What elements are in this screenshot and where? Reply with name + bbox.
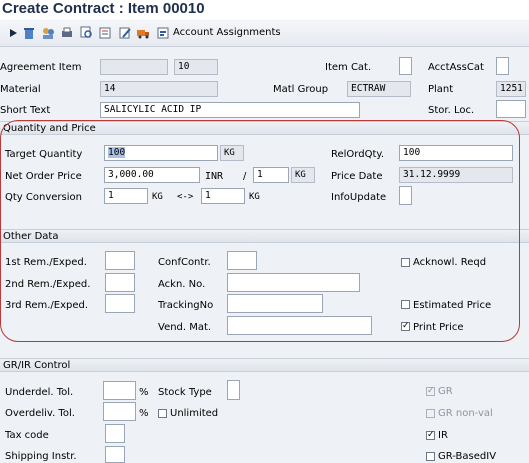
stor-loc-label: Stor. Loc. (428, 105, 475, 116)
ackn-no-field[interactable] (227, 273, 360, 292)
quantity-and-price-section-header: Quantity and Price (0, 121, 529, 135)
short-text-label: Short Text (0, 105, 51, 116)
shipping-instr-field[interactable] (105, 446, 125, 463)
gr-based-iv-checkbox[interactable] (426, 452, 435, 461)
underdel-tol-field[interactable] (103, 381, 136, 400)
net-order-price-label: Net Order Price (5, 171, 82, 182)
info-update-field[interactable] (399, 186, 412, 205)
vend-mat-field[interactable] (227, 316, 372, 335)
delete-trash-icon[interactable] (22, 26, 36, 40)
gr-checkbox: ✓ (426, 386, 435, 396)
grir-control-section-header: GR/IR Control (0, 358, 529, 372)
estimated-price-checkbox[interactable] (401, 300, 410, 309)
info-update-label: InfoUpdate (331, 192, 387, 203)
price-date-field[interactable]: 31.12.9999 (399, 167, 513, 183)
tax-code-label: Tax code (5, 430, 49, 441)
ir-label: IR (438, 430, 448, 441)
vend-mat-label: Vend. Mat. (158, 322, 212, 333)
qty-conversion-right-unit: KG (249, 192, 260, 202)
matl-group-field: ECTRAW (347, 81, 411, 97)
price-date-label: Price Date (331, 171, 383, 182)
qty-conversion-arrow: <-> (177, 192, 194, 202)
estimated-price-label: Estimated Price (413, 300, 492, 311)
target-quantity-field[interactable]: 100 (104, 145, 218, 161)
target-quantity-unit: KG (220, 145, 244, 161)
shipping-instr-label: Shipping Instr. (5, 451, 77, 462)
stock-type-field[interactable] (227, 380, 240, 400)
plant-label: Plant (428, 84, 454, 95)
qty-conversion-left-unit: KG (152, 192, 163, 202)
rel-ord-qty-label: RelOrdQty. (331, 149, 385, 160)
page-title: Create Contract : Item 00010 (0, 0, 529, 20)
item-cat-label: Item Cat. (325, 62, 372, 73)
currency-label: INR (205, 171, 224, 182)
conf-contr-field[interactable] (227, 251, 257, 270)
tax-code-field[interactable] (105, 424, 125, 443)
find-icon[interactable] (80, 26, 94, 40)
print-price-label: Print Price (413, 322, 464, 333)
rem3-label: 3rd Rem./Exped. (5, 300, 89, 311)
agreement-item-field: 10 (174, 59, 218, 75)
rem3-field[interactable] (105, 294, 135, 313)
price-unit-slash: / (243, 171, 247, 182)
acct-ass-cat-field[interactable] (496, 57, 509, 75)
acknowl-reqd-checkbox[interactable] (401, 258, 410, 267)
other-data-section-header: Other Data (0, 229, 529, 243)
overdeliv-percent: % (139, 408, 149, 419)
ir-checkbox[interactable]: ✓ (426, 431, 435, 440)
qty-conversion-left-field[interactable]: 1 (104, 188, 148, 204)
gr-non-val-checkbox (426, 409, 435, 418)
agreement-item-label: Agreement Item (0, 62, 82, 73)
play-triangle-icon[interactable] (6, 26, 20, 40)
ackn-no-label: Ackn. No. (158, 279, 206, 290)
price-unit-field[interactable]: 1 (253, 167, 289, 183)
rem1-field[interactable] (105, 251, 135, 270)
rem2-label: 2nd Rem./Exped. (5, 279, 91, 290)
details-icon[interactable] (98, 26, 112, 40)
printer-icon[interactable] (60, 26, 74, 40)
unlimited-checkbox[interactable] (158, 409, 167, 418)
print-price-checkbox[interactable]: ✓ (401, 322, 410, 331)
tracking-no-field[interactable] (227, 294, 323, 313)
plant-field: 1251 (496, 81, 526, 97)
application-toolbar: Account Assignments (0, 21, 529, 47)
stor-loc-field[interactable] (496, 100, 526, 118)
item-cat-field[interactable] (399, 57, 412, 75)
net-order-price-field[interactable]: 3,000.00 (104, 167, 200, 183)
material-field: 14 (100, 81, 218, 97)
acknowl-reqd-label: Acknowl. Reqd (413, 257, 487, 268)
gr-based-iv-label: GR-BasedIV (438, 451, 497, 462)
overdeliv-tol-label: Overdeliv. Tol. (5, 408, 75, 419)
acct-ass-cat-label: AcctAssCat (428, 62, 484, 73)
target-quantity-value: 100 (108, 147, 126, 158)
qty-conversion-right-field[interactable]: 1 (201, 188, 245, 204)
delivery-truck-icon[interactable] (136, 26, 150, 40)
underdel-percent: % (139, 387, 149, 398)
users-icon[interactable] (41, 26, 55, 40)
gr-non-val-label: GR non-val (438, 408, 493, 419)
short-text-field[interactable]: SALICYLIC ACID IP (100, 102, 360, 118)
agreement-item-prefix-field (100, 59, 168, 75)
matl-group-label: Matl Group (273, 84, 329, 95)
rem1-label: 1st Rem./Exped. (5, 257, 87, 268)
conf-contr-label: ConfContr. (158, 257, 211, 268)
gr-label: GR (438, 386, 453, 397)
unlimited-label: Unlimited (170, 408, 219, 419)
price-unit-uom: KG (291, 167, 315, 183)
underdel-tol-label: Underdel. Tol. (5, 387, 74, 398)
stock-type-label: Stock Type (158, 387, 212, 398)
material-label: Material (0, 84, 41, 95)
target-quantity-label: Target Quantity (5, 149, 83, 160)
edit-icon[interactable] (118, 26, 132, 40)
account-assignment-icon[interactable] (156, 26, 170, 40)
account-assignments-button[interactable]: Account Assignments (173, 27, 281, 38)
qty-conversion-label: Qty Conversion (5, 192, 82, 203)
overdeliv-tol-field[interactable] (103, 402, 136, 421)
rel-ord-qty-field[interactable]: 100 (399, 145, 513, 161)
rem2-field[interactable] (105, 273, 135, 292)
tracking-no-label: TrackingNo (158, 300, 214, 311)
